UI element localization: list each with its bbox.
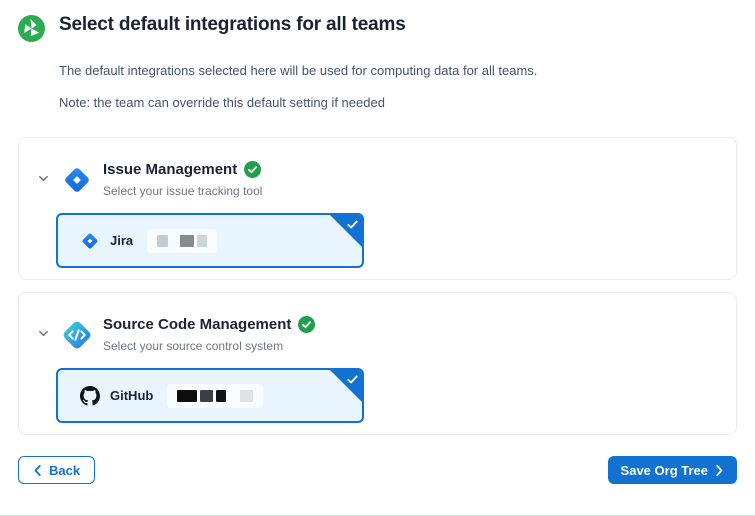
section-title: Source Code Management bbox=[103, 316, 291, 333]
chevron-down-icon[interactable] bbox=[35, 170, 51, 186]
github-icon bbox=[80, 386, 100, 406]
wizard-footer: Back Save Org Tree bbox=[0, 456, 755, 484]
section-text: Source Code Management Select your sourc… bbox=[103, 315, 315, 353]
option-card-github[interactable]: GitHub bbox=[56, 368, 364, 423]
section-source-code-management: Source Code Management Select your sourc… bbox=[18, 292, 737, 435]
save-button-label: Save Org Tree bbox=[621, 463, 708, 478]
back-button[interactable]: Back bbox=[18, 456, 95, 484]
section-subtitle: Select your source control system bbox=[103, 339, 315, 353]
page-header: Select default integrations for all team… bbox=[18, 14, 737, 42]
check-circle-icon bbox=[244, 161, 261, 178]
jira-icon bbox=[80, 231, 100, 251]
page-description: The default integrations selected here w… bbox=[59, 63, 737, 78]
section-header[interactable]: Issue Management Select your issue track… bbox=[35, 160, 720, 198]
section-issue-management: Issue Management Select your issue track… bbox=[18, 137, 737, 280]
code-diamond-icon bbox=[59, 317, 95, 353]
section-title: Issue Management bbox=[103, 161, 237, 178]
section-header[interactable]: Source Code Management Select your sourc… bbox=[35, 315, 720, 353]
section-subtitle: Select your issue tracking tool bbox=[103, 184, 262, 198]
pinwheel-logo-icon bbox=[18, 15, 45, 42]
redacted-text bbox=[167, 384, 263, 408]
save-org-tree-button[interactable]: Save Org Tree bbox=[608, 456, 737, 484]
page-note: Note: the team can override this default… bbox=[59, 95, 737, 110]
option-label: GitHub bbox=[110, 388, 153, 403]
chevron-right-icon bbox=[715, 465, 724, 476]
check-icon bbox=[346, 218, 359, 231]
option-label: Jira bbox=[110, 233, 133, 248]
sections-list: Issue Management Select your issue track… bbox=[18, 137, 737, 435]
integrations-setup-page: Select default integrations for all team… bbox=[0, 0, 755, 435]
check-icon bbox=[346, 373, 359, 386]
page-title: Select default integrations for all team… bbox=[59, 14, 406, 36]
check-circle-icon bbox=[298, 316, 315, 333]
back-button-label: Back bbox=[49, 463, 80, 478]
jira-icon bbox=[59, 162, 95, 198]
redacted-text bbox=[147, 229, 217, 253]
option-card-jira[interactable]: Jira bbox=[56, 213, 364, 268]
chevron-left-icon bbox=[33, 465, 42, 476]
section-text: Issue Management Select your issue track… bbox=[103, 160, 262, 198]
chevron-down-icon[interactable] bbox=[35, 325, 51, 341]
